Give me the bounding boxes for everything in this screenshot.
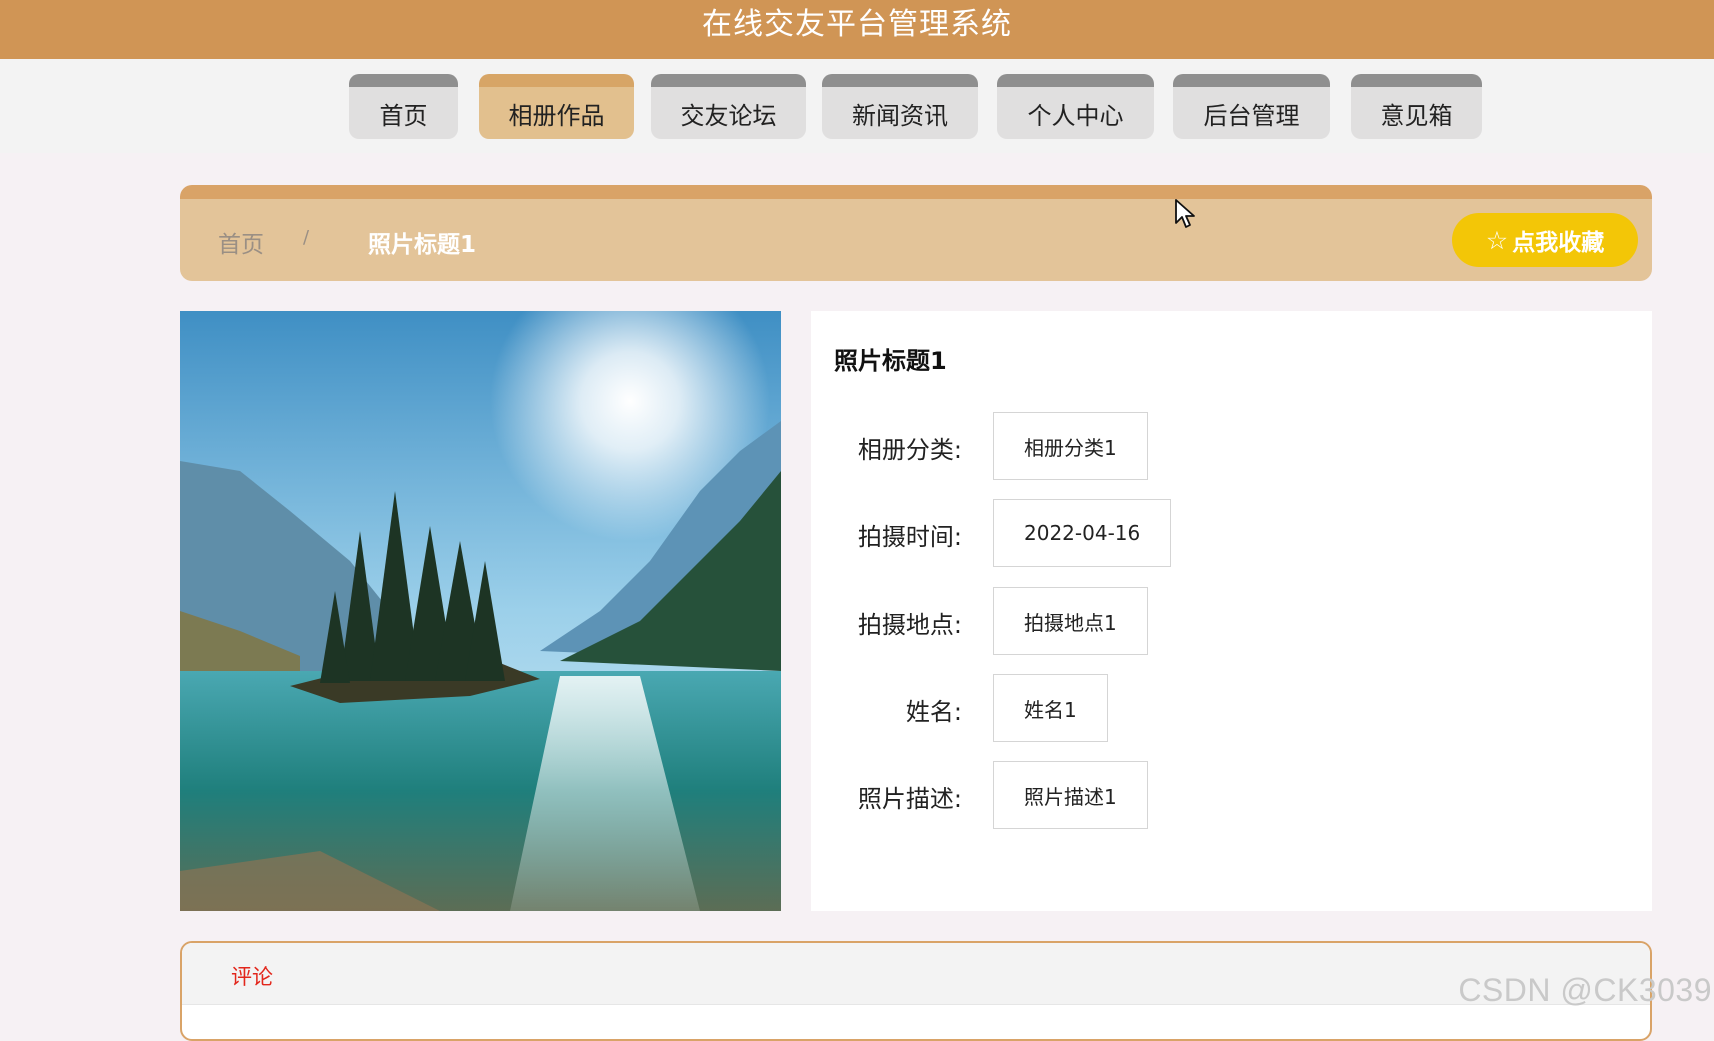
field-name-label: 姓名: xyxy=(905,698,962,726)
breadcrumb: 首页 / 照片标题1 ☆ 点我收藏 xyxy=(180,185,1652,281)
photo-image xyxy=(180,311,781,911)
photo-details: 照片标题1 相册分类: 相册分类1 拍摄时间: 2022-04-16 拍摄地点:… xyxy=(811,311,1652,911)
field-description-label: 照片描述: xyxy=(857,785,962,813)
photo-title: 照片标题1 xyxy=(834,347,947,375)
field-shoot-time-label: 拍摄时间: xyxy=(857,523,962,551)
breadcrumb-separator: / xyxy=(303,227,310,248)
nav-item-feedback[interactable]: 意见箱 xyxy=(1351,74,1482,139)
field-name: 姓名: 姓名1 xyxy=(811,674,1652,742)
nav-item-forum[interactable]: 交友论坛 xyxy=(651,74,806,139)
field-description: 照片描述: 照片描述1 xyxy=(811,761,1652,829)
field-shoot-time: 拍摄时间: 2022-04-16 xyxy=(811,499,1652,567)
app-header: 在线交友平台管理系统 xyxy=(0,0,1714,59)
favorite-button-label: 点我收藏 xyxy=(1512,230,1605,256)
field-category: 相册分类: 相册分类1 xyxy=(811,412,1652,480)
tab-comments[interactable]: 评论 xyxy=(231,961,273,991)
field-location-value: 拍摄地点1 xyxy=(993,587,1148,655)
breadcrumb-current: 照片标题1 xyxy=(368,232,477,258)
main-nav: 首页 相册作品 交友论坛 新闻资讯 个人中心 后台管理 意见箱 xyxy=(0,59,1714,153)
nav-item-news[interactable]: 新闻资讯 xyxy=(822,74,978,139)
field-description-value: 照片描述1 xyxy=(993,761,1148,829)
nav-item-admin[interactable]: 后台管理 xyxy=(1173,74,1330,139)
star-icon: ☆ xyxy=(1485,225,1509,255)
favorite-button[interactable]: ☆ 点我收藏 xyxy=(1452,213,1638,267)
nav-item-home[interactable]: 首页 xyxy=(349,74,458,139)
field-shoot-time-value: 2022-04-16 xyxy=(993,499,1172,567)
comment-section: 评论 xyxy=(180,941,1652,1041)
breadcrumb-home-link[interactable]: 首页 xyxy=(218,225,264,259)
nav-item-album[interactable]: 相册作品 xyxy=(479,74,634,139)
field-category-value: 相册分类1 xyxy=(993,412,1148,480)
mouse-pointer-icon xyxy=(1175,199,1195,228)
app-title: 在线交友平台管理系统 xyxy=(702,6,1012,42)
field-location: 拍摄地点: 拍摄地点1 xyxy=(811,587,1652,655)
field-name-value: 姓名1 xyxy=(993,674,1108,742)
watermark: CSDN @CK3039 xyxy=(1458,972,1712,1008)
nav-item-profile[interactable]: 个人中心 xyxy=(997,74,1154,139)
comment-tab-bar: 评论 xyxy=(182,943,1650,1005)
field-location-label: 拍摄地点: xyxy=(857,611,962,639)
field-category-label: 相册分类: xyxy=(857,436,962,464)
